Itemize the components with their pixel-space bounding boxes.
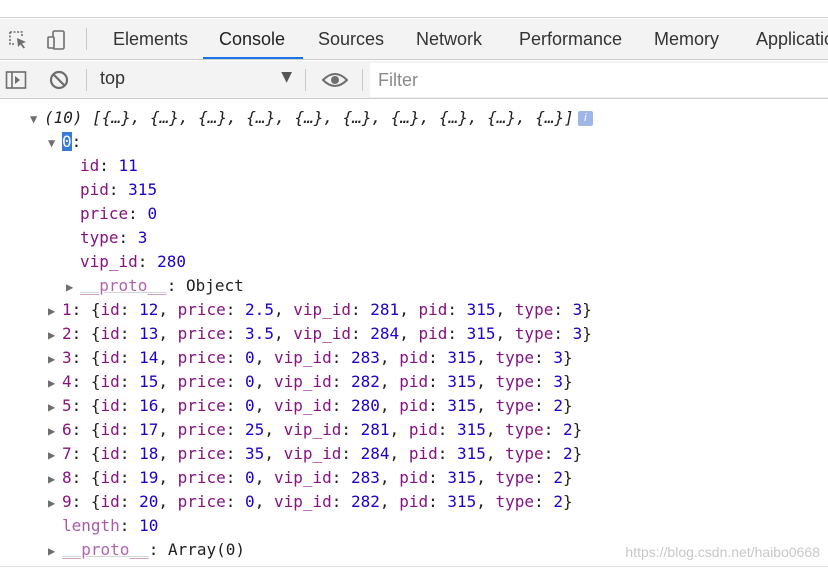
expand-arrow-right-icon[interactable]: ▶ xyxy=(48,299,62,323)
clear-console-icon[interactable] xyxy=(47,69,71,91)
property-row: id: 11 xyxy=(80,156,138,175)
expand-arrow-right-icon[interactable]: ▶ xyxy=(48,467,62,491)
list-item[interactable]: ▶ 2: {id: 13, price: 3.5, vip_id: 284, pi… xyxy=(48,322,592,346)
expanded-item-index: 0 xyxy=(62,132,72,151)
expanded-item-row[interactable]: ▼ 0: xyxy=(48,130,81,154)
expand-arrow-right-icon[interactable]: ▶ xyxy=(48,395,62,419)
tabbar-divider xyxy=(86,28,87,50)
tab-memory[interactable]: Memory xyxy=(654,19,719,59)
device-toolbar-icon[interactable] xyxy=(44,29,68,51)
tab-console[interactable]: Console xyxy=(202,19,304,59)
property-row: vip_id: 280 xyxy=(80,252,186,271)
context-selector[interactable]: top ▼ xyxy=(92,66,298,94)
toolbar-divider-3 xyxy=(362,69,363,91)
proto-value: Object xyxy=(185,276,244,295)
list-item[interactable]: ▶ 7: {id: 18, price: 35, vip_id: 284, pid… xyxy=(48,442,582,466)
array-proto-value: Array(0) xyxy=(167,540,246,559)
array-length-prefix: (10) xyxy=(44,108,83,127)
expand-arrow-right-icon[interactable]: ▶ xyxy=(48,371,62,395)
property-row: price: 0 xyxy=(80,204,158,223)
expand-arrow-right-icon[interactable]: ▶ xyxy=(48,347,62,371)
list-item[interactable]: ▶ 4: {id: 15, price: 0, vip_id: 282, pid:… xyxy=(48,370,573,394)
array-proto-key: __proto__ xyxy=(62,540,149,559)
list-item[interactable]: ▶ 1: {id: 12, price: 2.5, vip_id: 281, pi… xyxy=(48,298,592,322)
info-icon[interactable]: i xyxy=(577,111,593,126)
tab-network[interactable]: Network xyxy=(416,19,482,59)
toolbar-divider xyxy=(86,69,87,91)
toolbar-divider-2 xyxy=(305,69,306,91)
expand-arrow-down-icon[interactable]: ▼ xyxy=(30,107,44,131)
devtools-tabbar: Elements Console Sources Network Perform… xyxy=(0,19,828,60)
expand-arrow-right-icon[interactable]: ▶ xyxy=(66,275,80,299)
array-header[interactable]: ▼ (10) [{…}, {…}, {…}, {…}, {…}, {…}, {…}… xyxy=(30,106,593,130)
tab-elements[interactable]: Elements xyxy=(113,19,188,59)
expand-arrow-right-icon[interactable]: ▶ xyxy=(48,539,62,563)
bottom-divider xyxy=(0,566,828,567)
length-row: length: 10 xyxy=(62,516,159,535)
proto-key: __proto__ xyxy=(80,276,167,295)
list-item[interactable]: ▶ 6: {id: 17, price: 25, vip_id: 281, pid… xyxy=(48,418,582,442)
property-row: type: 3 xyxy=(80,228,148,247)
expand-arrow-right-icon[interactable]: ▶ xyxy=(48,419,62,443)
array-proto-row[interactable]: ▶ __proto__: Array(0) xyxy=(48,538,245,562)
length-value: 10 xyxy=(139,516,159,535)
tab-sources[interactable]: Sources xyxy=(318,19,384,59)
watermark: https://blog.csdn.net/haibo0668 xyxy=(625,544,820,560)
console-toolbar: top ▼ Filter xyxy=(0,61,828,99)
context-label: top xyxy=(100,68,126,88)
tab-performance[interactable]: Performance xyxy=(519,19,622,59)
list-item[interactable]: ▶ 3: {id: 14, price: 0, vip_id: 283, pid:… xyxy=(48,346,573,370)
dropdown-arrow-icon: ▼ xyxy=(281,69,292,85)
expand-arrow-right-icon[interactable]: ▶ xyxy=(48,491,62,515)
eye-icon[interactable] xyxy=(321,69,349,91)
list-item[interactable]: ▶ 5: {id: 16, price: 0, vip_id: 280, pid:… xyxy=(48,394,573,418)
console-output: ▼ (10) [{…}, {…}, {…}, {…}, {…}, {…}, {…}… xyxy=(0,100,828,566)
window-top-strip xyxy=(0,0,828,18)
expand-arrow-right-icon[interactable]: ▶ xyxy=(48,443,62,467)
property-row: pid: 315 xyxy=(80,180,158,199)
inspect-element-icon[interactable] xyxy=(6,29,30,51)
filter-placeholder: Filter xyxy=(378,70,418,90)
tab-application[interactable]: Applicatio xyxy=(756,19,828,59)
sidebar-toggle-icon[interactable] xyxy=(4,69,28,91)
length-key: length xyxy=(62,516,120,535)
proto-row[interactable]: ▶ __proto__: Object xyxy=(66,274,244,298)
expand-arrow-down-icon[interactable]: ▼ xyxy=(48,131,62,155)
list-item[interactable]: ▶ 8: {id: 19, price: 0, vip_id: 283, pid:… xyxy=(48,466,573,490)
filter-input[interactable]: Filter xyxy=(370,63,828,97)
array-preview: [{…}, {…}, {…}, {…}, {…}, {…}, {…}, {…},… xyxy=(92,108,574,127)
expand-arrow-right-icon[interactable]: ▶ xyxy=(48,323,62,347)
list-item[interactable]: ▶ 9: {id: 20, price: 0, vip_id: 282, pid:… xyxy=(48,490,573,514)
